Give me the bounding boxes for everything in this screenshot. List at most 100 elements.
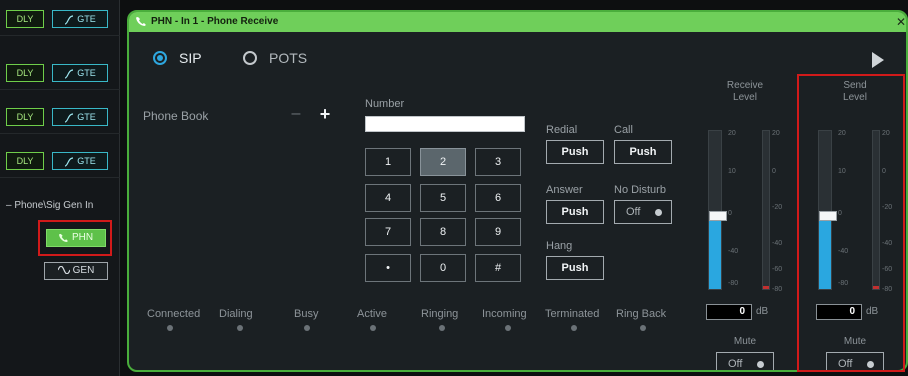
- hang-label: Hang: [546, 240, 573, 252]
- receive-mute-value: Off: [728, 358, 743, 370]
- dly-button[interactable]: DLY: [6, 64, 44, 82]
- keypad-key-8[interactable]: 8: [420, 218, 466, 246]
- receive-level-fill: [709, 216, 721, 289]
- phn-label: PHN: [71, 232, 94, 243]
- keypad-key-9[interactable]: 9: [475, 218, 521, 246]
- status-ringing-label: Ringing: [421, 308, 459, 320]
- redial-label: Redial: [546, 124, 578, 136]
- play-icon[interactable]: [872, 52, 884, 68]
- status-active-led: [370, 325, 376, 331]
- keypad-key-1[interactable]: 1: [365, 148, 411, 176]
- status-ring-back-label: Ring Back: [616, 308, 667, 320]
- keypad-key-5[interactable]: 5: [420, 184, 466, 212]
- status-busy-label: Busy: [294, 308, 319, 320]
- gate-curve-icon: [65, 15, 74, 25]
- phone-icon: [136, 17, 146, 26]
- answer-label: Answer: [546, 184, 583, 196]
- gte-button[interactable]: GTE: [52, 64, 108, 82]
- phn-button[interactable]: PHN: [46, 229, 106, 247]
- scale-tick: 10: [728, 168, 736, 175]
- pots-label: POTS: [269, 50, 308, 66]
- hang-push-button[interactable]: Push: [546, 256, 604, 280]
- scale-tick: -80: [728, 280, 739, 287]
- pots-radio[interactable]: POTS: [243, 50, 307, 66]
- answer-push-button[interactable]: Push: [546, 200, 604, 224]
- strip-row: DLY GTE: [0, 2, 120, 36]
- phone-book-remove-button[interactable]: –: [287, 105, 305, 123]
- gte-button[interactable]: GTE: [52, 10, 108, 28]
- dialog-title: PHN - In 1 - Phone Receive: [151, 16, 279, 27]
- keypad-key-6[interactable]: 6: [475, 184, 521, 212]
- receive-scale-right: 20 0 -20 -40 -60 -80: [772, 130, 788, 293]
- receive-title-line1: Receive: [726, 80, 764, 91]
- keypad-key-3[interactable]: 3: [475, 148, 521, 176]
- number-label: Number: [365, 98, 405, 110]
- sine-wave-icon: [57, 266, 71, 275]
- scale-tick: 0: [728, 210, 732, 217]
- dly-button[interactable]: DLY: [6, 152, 44, 170]
- status-connected-led: [167, 325, 173, 331]
- scale-tick: 20: [772, 130, 780, 137]
- send-level-highlight-frame: [797, 74, 905, 372]
- no-disturb-toggle[interactable]: Off: [614, 200, 672, 224]
- no-disturb-label: No Disturb: [614, 184, 666, 196]
- no-disturb-value: Off: [626, 206, 641, 218]
- phone-receive-dialog: PHN - In 1 - Phone Receive ✕ SIP POTS Ph…: [127, 10, 908, 372]
- keypad-key-4[interactable]: 4: [365, 184, 411, 212]
- section-label: – Phone\Sig Gen In: [6, 200, 94, 211]
- receive-fader-handle[interactable]: [709, 211, 727, 221]
- radio-selected-icon: [153, 51, 167, 65]
- dialog-titlebar[interactable]: PHN - In 1 - Phone Receive ✕: [129, 12, 906, 32]
- receive-output-meter: [762, 130, 770, 290]
- keypad-key-hash[interactable]: #: [475, 254, 521, 282]
- gte-label: GTE: [77, 14, 96, 24]
- scale-tick: -80: [772, 286, 783, 293]
- channel-strip-panel: DLY GTE DLY GTE DLY GTE DLY GTE – Phone\…: [0, 0, 120, 376]
- number-input[interactable]: [365, 116, 525, 132]
- phone-icon: [58, 233, 68, 242]
- app-root: DLY GTE DLY GTE DLY GTE DLY GTE – Phone\…: [0, 0, 908, 376]
- keypad-key-star[interactable]: •: [365, 254, 411, 282]
- keypad-key-0[interactable]: 0: [420, 254, 466, 282]
- status-busy-led: [304, 325, 310, 331]
- phn-highlight-frame: PHN: [38, 220, 112, 256]
- keypad-key-2[interactable]: 2: [420, 148, 466, 176]
- phone-book-add-button[interactable]: +: [316, 105, 334, 123]
- status-terminated-led: [571, 325, 577, 331]
- receive-level-fader[interactable]: [708, 130, 727, 290]
- status-dialing-led: [237, 325, 243, 331]
- status-terminated-label: Terminated: [545, 308, 600, 320]
- keypad-key-7[interactable]: 7: [365, 218, 411, 246]
- scale-tick: -40: [728, 248, 739, 255]
- receive-db-field[interactable]: 0: [706, 304, 752, 320]
- receive-mute-toggle[interactable]: Off: [716, 352, 774, 370]
- redial-push-button[interactable]: Push: [546, 140, 604, 164]
- call-label: Call: [614, 124, 633, 136]
- receive-level-panel: Receive Level 20 10 0 -40 -80 20 0 -20 -…: [702, 78, 788, 370]
- close-icon[interactable]: ✕: [896, 15, 906, 29]
- sip-radio[interactable]: SIP: [153, 50, 202, 66]
- scale-tick: -60: [772, 266, 783, 273]
- gte-label: GTE: [77, 68, 96, 78]
- strip-row: DLY GTE: [0, 144, 120, 178]
- status-dialing-label: Dialing: [219, 308, 253, 320]
- dly-button[interactable]: DLY: [6, 10, 44, 28]
- receive-scale-left: 20 10 0 -40 -80: [728, 130, 748, 290]
- dly-button[interactable]: DLY: [6, 108, 44, 126]
- receive-title-line2: Level: [733, 92, 757, 103]
- receive-db-unit: dB: [756, 306, 769, 317]
- gte-button[interactable]: GTE: [52, 108, 108, 126]
- receive-mute-label: Mute: [733, 336, 757, 347]
- gate-curve-icon: [65, 157, 74, 167]
- radio-unselected-icon: [243, 51, 257, 65]
- gte-label: GTE: [77, 112, 96, 122]
- status-ringing-led: [439, 325, 445, 331]
- status-connected-label: Connected: [147, 308, 201, 320]
- call-push-button[interactable]: Push: [614, 140, 672, 164]
- status-incoming-label: Incoming: [482, 308, 527, 320]
- strip-row: DLY GTE: [0, 56, 120, 90]
- status-active-label: Active: [357, 308, 387, 320]
- gate-curve-icon: [65, 69, 74, 79]
- gen-button[interactable]: GEN: [44, 262, 108, 280]
- gte-button[interactable]: GTE: [52, 152, 108, 170]
